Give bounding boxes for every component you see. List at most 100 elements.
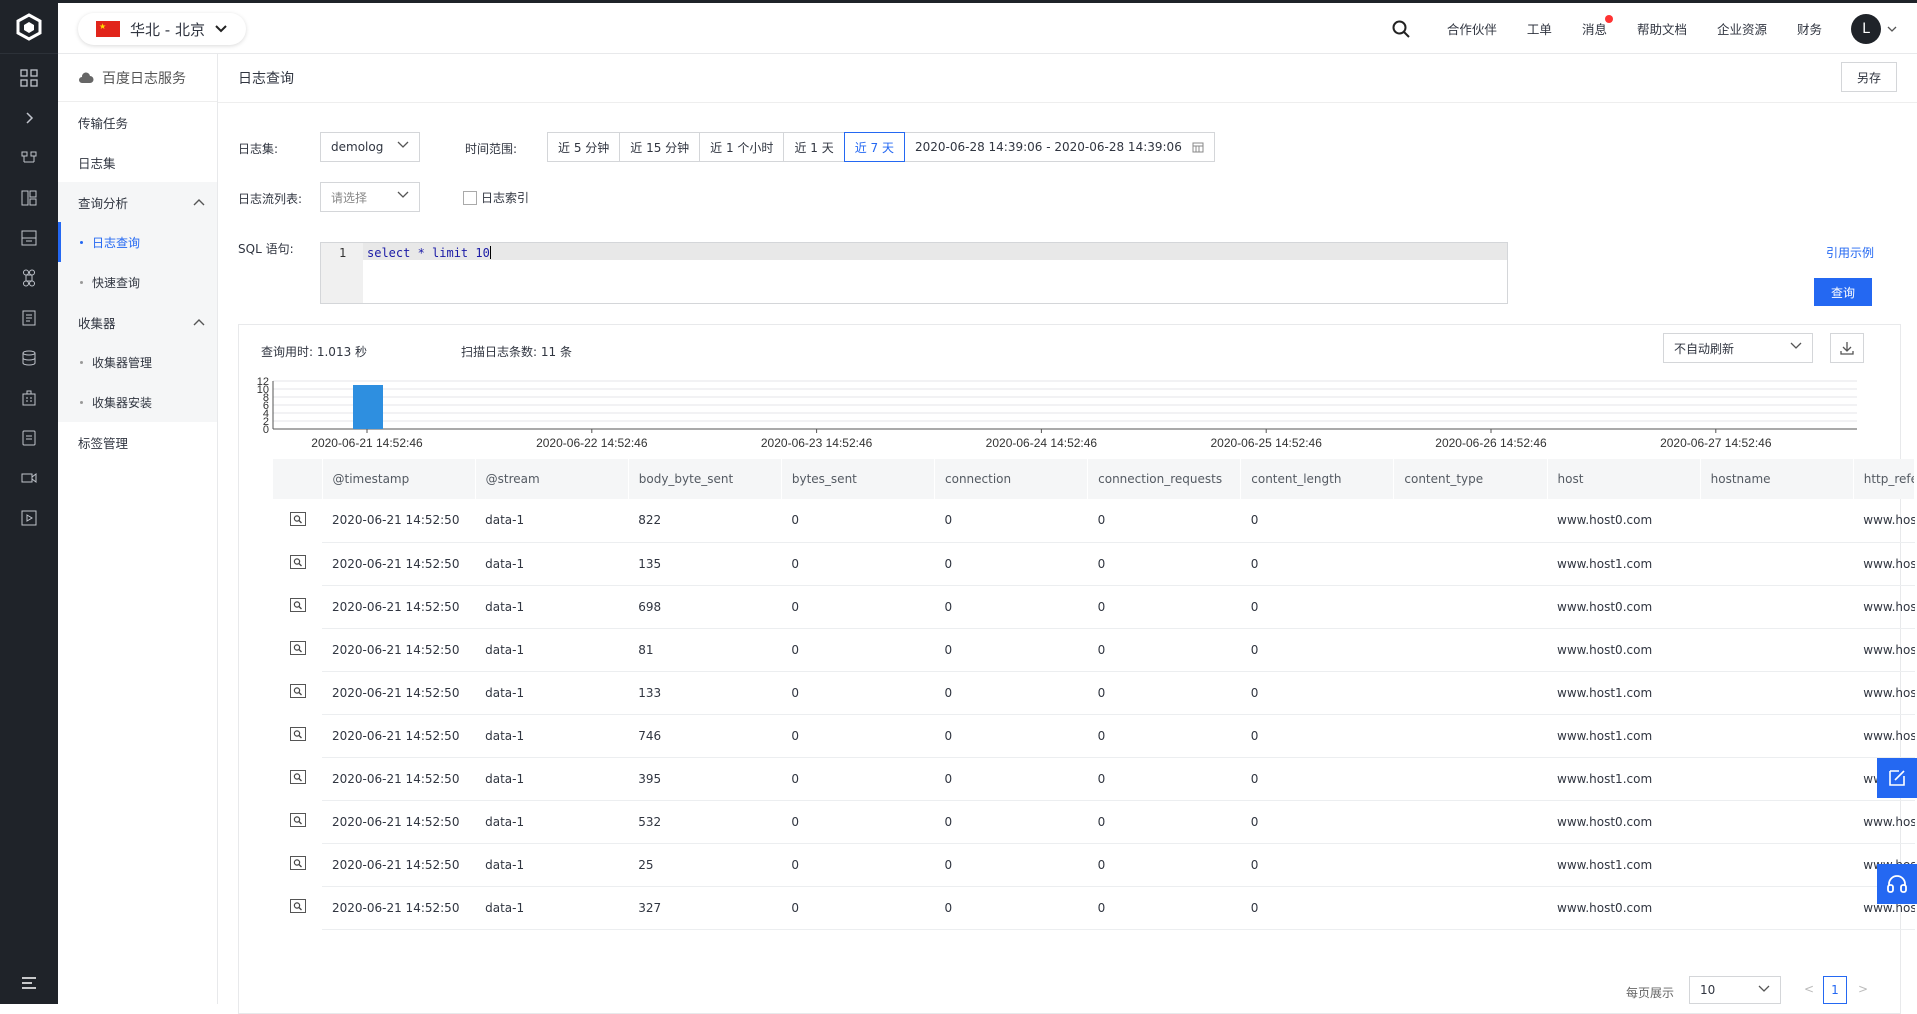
table-cell: www.host0 bbox=[1853, 671, 1915, 715]
command-icon[interactable] bbox=[0, 258, 58, 298]
customer-service-button[interactable] bbox=[1877, 864, 1917, 904]
sidebar-item-transfer[interactable]: 传输任务 bbox=[58, 102, 217, 142]
next-page-button[interactable]: > bbox=[1858, 982, 1868, 996]
row-detail-cell bbox=[273, 671, 322, 714]
table-cell: 0 bbox=[781, 800, 935, 844]
column-header[interactable]: hostname bbox=[1700, 459, 1854, 499]
menu-toggle-icon[interactable] bbox=[0, 962, 58, 1004]
column-header[interactable]: content_length bbox=[1240, 459, 1395, 499]
play-icon[interactable] bbox=[0, 498, 58, 538]
sidebar-item-log-query[interactable]: 日志查询 bbox=[58, 222, 217, 262]
download-button[interactable] bbox=[1830, 333, 1864, 363]
sidebar-item-logset[interactable]: 日志集 bbox=[58, 142, 217, 182]
document-icon[interactable] bbox=[0, 298, 58, 338]
column-header[interactable]: bytes_sent bbox=[781, 459, 936, 499]
table-cell: 0 bbox=[1240, 714, 1394, 758]
expand-chevron-icon[interactable] bbox=[0, 98, 58, 138]
per-page-select[interactable]: 10 bbox=[1689, 976, 1781, 1004]
auto-refresh-select[interactable]: 不自动刷新 bbox=[1663, 333, 1813, 363]
time-5min-button[interactable]: 近 5 分钟 bbox=[547, 132, 621, 162]
stream-select[interactable]: 请选择 bbox=[320, 182, 420, 212]
avatar-chevron-icon[interactable] bbox=[1887, 26, 1897, 32]
sidebar-item-quick-query[interactable]: 快速查询 bbox=[58, 262, 217, 302]
column-header[interactable]: http_refere bbox=[1853, 459, 1916, 499]
nav-enterprise[interactable]: 企业资源 bbox=[1717, 19, 1767, 38]
table-cell: 0 bbox=[781, 585, 935, 629]
search-icon[interactable] bbox=[1392, 20, 1410, 38]
column-header[interactable]: body_byte_sent bbox=[628, 459, 782, 499]
table-cell: data-1 bbox=[475, 499, 629, 543]
column-header[interactable]: @timestamp bbox=[322, 459, 476, 499]
page-title: 日志查询 bbox=[238, 71, 294, 87]
cloud-logo-icon[interactable] bbox=[0, 0, 58, 54]
nav-tickets[interactable]: 工单 bbox=[1527, 19, 1552, 38]
table-cell: www.host0 bbox=[1853, 800, 1915, 844]
sql-editor[interactable]: 1 select * limit 10 bbox=[320, 242, 1508, 304]
table-row: 2020-06-21 14:52:50 data-1 135 0 0 0 0 www.host… bbox=[273, 542, 1915, 586]
table-cell: 25 bbox=[628, 843, 782, 887]
row-detail-cell bbox=[273, 628, 322, 671]
date-range-picker[interactable]: 2020-06-28 14:39:06 - 2020-06-28 14:39:0… bbox=[903, 132, 1215, 162]
storage-icon[interactable] bbox=[0, 218, 58, 258]
log-histogram-chart: 0246810122020-06-21 14:52:46 2020-06-22 1… bbox=[257, 376, 1857, 450]
view-detail-icon[interactable] bbox=[289, 512, 306, 526]
column-header[interactable]: @stream bbox=[475, 459, 629, 499]
nav-partners[interactable]: 合作伙伴 bbox=[1447, 19, 1497, 38]
log-index-checkbox[interactable]: 日志索引 bbox=[463, 189, 529, 206]
region-selector[interactable]: 华北 - 北京 bbox=[78, 13, 246, 45]
time-1hour-button[interactable]: 近 1 个小时 bbox=[699, 132, 785, 162]
view-detail-icon[interactable] bbox=[289, 727, 306, 741]
time-15min-button[interactable]: 近 15 分钟 bbox=[619, 132, 701, 162]
dashboard-icon[interactable] bbox=[0, 58, 58, 98]
table-row: 2020-06-21 14:52:50 data-1 822 0 0 0 0 www.host… bbox=[273, 499, 1915, 543]
time-7day-button[interactable]: 近 7 天 bbox=[843, 132, 905, 162]
stream-placeholder: 请选择 bbox=[331, 190, 368, 205]
time-1day-button[interactable]: 近 1 天 bbox=[783, 132, 845, 162]
nav-help-docs[interactable]: 帮助文档 bbox=[1637, 19, 1687, 38]
sidebar-group-query[interactable]: 查询分析 bbox=[58, 182, 217, 222]
log-icon[interactable] bbox=[0, 418, 58, 458]
video-icon[interactable] bbox=[0, 458, 58, 498]
database-icon[interactable] bbox=[0, 338, 58, 378]
row-detail-cell bbox=[273, 714, 322, 757]
sidebar-group-collector[interactable]: 收集器 bbox=[58, 302, 217, 342]
table-cell: 0 bbox=[1240, 542, 1394, 586]
table-cell: www.host1.com bbox=[1547, 542, 1701, 586]
example-link[interactable]: 引用示例 bbox=[1826, 244, 1874, 261]
building-icon[interactable] bbox=[0, 378, 58, 418]
table-cell: 0 bbox=[934, 628, 1088, 672]
column-header[interactable]: connection_requests bbox=[1087, 459, 1242, 499]
table-row: 2020-06-21 14:52:50 data-1 746 0 0 0 0 www.host… bbox=[273, 714, 1915, 758]
network-icon[interactable] bbox=[0, 138, 58, 178]
sidebar-item-collector-install[interactable]: 收集器安装 bbox=[58, 382, 217, 422]
sidebar-item-tag-manage[interactable]: 标签管理 bbox=[58, 422, 217, 462]
column-header[interactable]: content_type bbox=[1393, 459, 1548, 499]
table-cell: 2020-06-21 14:52:50 bbox=[322, 499, 476, 543]
view-detail-icon[interactable] bbox=[289, 555, 306, 569]
query-button[interactable]: 查询 bbox=[1814, 278, 1872, 306]
sidebar-group-collector-label: 收集器 bbox=[78, 315, 116, 331]
view-detail-icon[interactable] bbox=[289, 813, 306, 827]
nav-messages[interactable]: 消息 bbox=[1582, 15, 1613, 38]
view-detail-icon[interactable] bbox=[289, 856, 306, 870]
table-cell: 2020-06-21 14:52:50 bbox=[322, 671, 476, 715]
view-detail-icon[interactable] bbox=[289, 899, 306, 913]
feedback-button[interactable] bbox=[1877, 758, 1917, 798]
sidebar-item-collector-manage[interactable]: 收集器管理 bbox=[58, 342, 217, 382]
table-cell: 0 bbox=[1087, 671, 1241, 715]
table-cell: 0 bbox=[1087, 714, 1241, 758]
view-detail-icon[interactable] bbox=[289, 641, 306, 655]
page-1-button[interactable]: 1 bbox=[1823, 976, 1847, 1004]
avatar[interactable]: L bbox=[1851, 13, 1881, 44]
column-header[interactable]: connection bbox=[934, 459, 1089, 499]
prev-page-button[interactable]: < bbox=[1804, 982, 1814, 996]
view-detail-icon[interactable] bbox=[289, 770, 306, 784]
logset-select[interactable]: demolog bbox=[320, 132, 420, 162]
view-detail-icon[interactable] bbox=[289, 598, 306, 612]
save-as-button[interactable]: 另存 bbox=[1841, 62, 1897, 92]
nav-finance[interactable]: 财务 bbox=[1797, 19, 1822, 38]
view-detail-icon[interactable] bbox=[289, 684, 306, 698]
column-header[interactable]: host bbox=[1547, 459, 1701, 499]
service-title: 百度日志服务 bbox=[58, 54, 217, 102]
apps-icon[interactable] bbox=[0, 178, 58, 218]
